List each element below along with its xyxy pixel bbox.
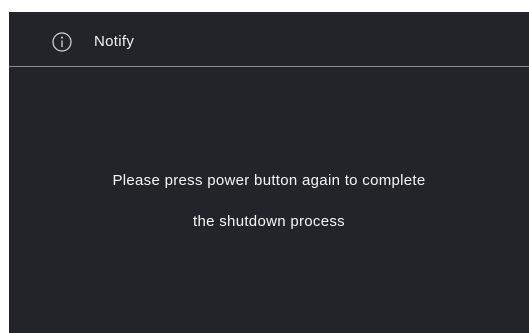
message-line-2: the shutdown process	[193, 213, 345, 230]
dialog-title: Notify	[94, 33, 135, 50]
info-icon	[52, 32, 72, 52]
message-line-1: Please press power button again to compl…	[112, 172, 426, 189]
notify-dialog: Notify Please press power button again t…	[9, 12, 529, 333]
dialog-header: Notify	[9, 12, 529, 67]
